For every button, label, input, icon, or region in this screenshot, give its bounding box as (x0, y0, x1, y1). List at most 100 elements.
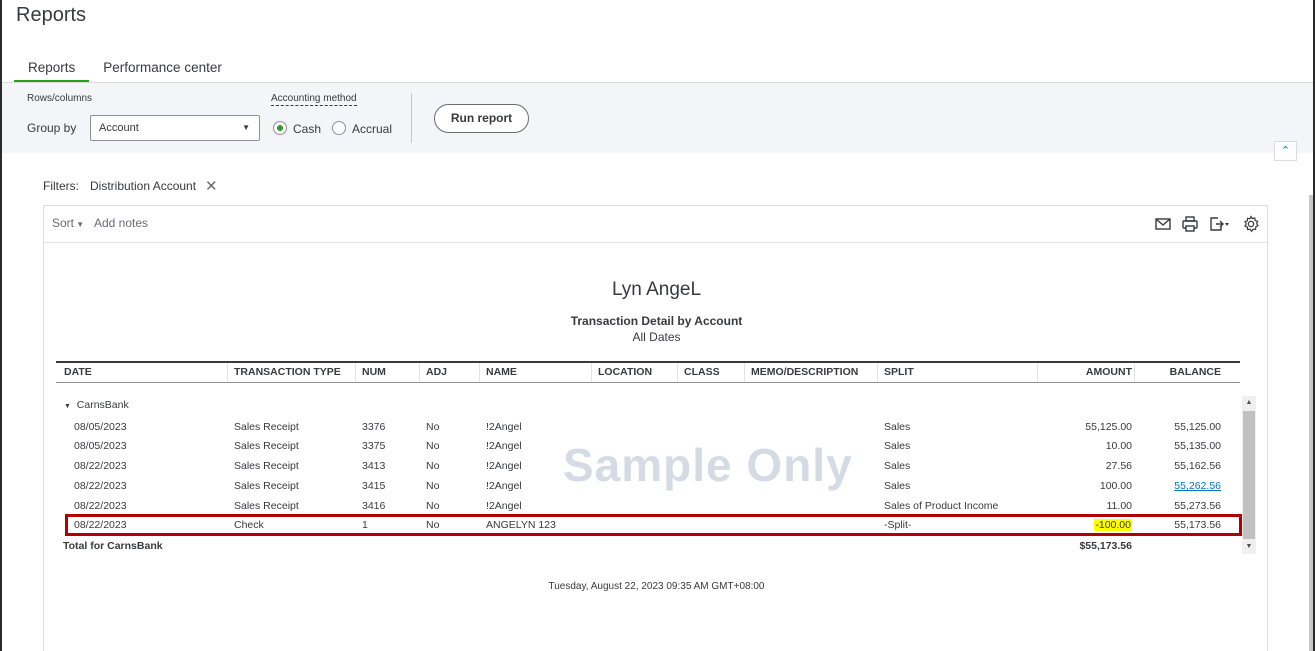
row-adj[interactable]: No (426, 421, 439, 433)
group-by-select[interactable]: Account ▼ (90, 115, 260, 141)
row-split[interactable]: -Split- (884, 519, 911, 531)
caret-down-icon: ▼ (74, 220, 85, 229)
row-adj[interactable]: No (426, 519, 439, 531)
row-split[interactable]: Sales (884, 460, 910, 472)
row-type[interactable]: Sales Receipt (234, 421, 299, 433)
row-amount[interactable]: 55,125.00 (1039, 421, 1132, 433)
print-icon[interactable] (1181, 215, 1199, 233)
row-balance-link[interactable]: 55,262.56 (1139, 480, 1221, 492)
email-icon[interactable] (1154, 215, 1172, 233)
column-header-name[interactable]: NAME (486, 366, 517, 378)
column-header-memo[interactable]: MEMO/DESCRIPTION (751, 366, 858, 378)
row-name[interactable]: !2Angel (486, 440, 522, 452)
row-amount[interactable]: 10.00 (1039, 440, 1132, 452)
row-adj[interactable]: No (426, 460, 439, 472)
column-divider[interactable] (677, 363, 678, 382)
row-split[interactable]: Sales (884, 421, 910, 433)
row-balance[interactable]: 55,135.00 (1139, 440, 1221, 452)
row-amount-highlighted[interactable]: -100.00 (1039, 519, 1132, 531)
close-icon[interactable]: ✕ (205, 177, 218, 195)
row-type[interactable]: Check (234, 519, 264, 531)
toolbar-divider (411, 93, 412, 143)
accrual-radio[interactable] (332, 121, 346, 135)
column-divider[interactable] (591, 363, 592, 382)
cash-radio[interactable] (273, 121, 287, 135)
row-date[interactable]: 08/22/2023 (74, 500, 127, 512)
chevron-up-icon[interactable]: ⌃ (1274, 141, 1297, 161)
row-num[interactable]: 3416 (362, 500, 385, 512)
column-divider[interactable] (1037, 363, 1038, 382)
row-balance[interactable]: 55,162.56 (1139, 460, 1221, 472)
cash-radio-label[interactable]: Cash (293, 122, 321, 136)
column-divider[interactable] (355, 363, 356, 382)
column-divider[interactable] (227, 363, 228, 382)
settings-icon[interactable] (1242, 215, 1260, 233)
report-panel: Sort ▼ Add notes Lyn AngeL Transaction D… (43, 205, 1268, 651)
row-num[interactable]: 3413 (362, 460, 385, 472)
row-type[interactable]: Sales Receipt (234, 440, 299, 452)
row-amount[interactable]: 100.00 (1039, 480, 1132, 492)
row-adj[interactable]: No (426, 480, 439, 492)
page-scrollbar[interactable] (1309, 195, 1313, 651)
row-balance[interactable]: 55,173.56 (1139, 519, 1221, 531)
column-header-amount[interactable]: AMOUNT (1044, 366, 1132, 378)
row-date[interactable]: 08/22/2023 (74, 519, 127, 531)
row-date[interactable]: 08/05/2023 (74, 440, 127, 452)
row-split[interactable]: Sales (884, 440, 910, 452)
row-num[interactable]: 1 (362, 519, 368, 531)
row-adj[interactable]: No (426, 440, 439, 452)
column-divider[interactable] (1134, 363, 1135, 382)
row-num[interactable]: 3415 (362, 480, 385, 492)
row-type[interactable]: Sales Receipt (234, 460, 299, 472)
export-icon[interactable] (1208, 215, 1230, 233)
row-name[interactable]: !2Angel (486, 480, 522, 492)
report-name[interactable]: Transaction Detail by Account (44, 314, 1269, 328)
scroll-down-arrow-icon[interactable]: ▼ (1242, 540, 1256, 554)
group-by-value: Account (99, 122, 139, 134)
total-amount[interactable]: $55,173.56 (1039, 540, 1132, 552)
row-balance[interactable]: 55,273.56 (1139, 500, 1221, 512)
row-num[interactable]: 3375 (362, 440, 385, 452)
row-date[interactable]: 08/05/2023 (74, 421, 127, 433)
column-header-class[interactable]: CLASS (684, 366, 720, 378)
column-header-adj[interactable]: ADJ (426, 366, 447, 378)
tab-reports[interactable]: Reports (14, 58, 90, 83)
row-name[interactable]: !2Angel (486, 500, 522, 512)
row-date[interactable]: 08/22/2023 (74, 460, 127, 472)
column-header-balance[interactable]: BALANCE (1139, 366, 1221, 378)
row-adj[interactable]: No (426, 500, 439, 512)
row-split[interactable]: Sales of Product Income (884, 500, 998, 512)
column-divider[interactable] (479, 363, 480, 382)
row-name[interactable]: ANGELYN 123 (486, 519, 556, 531)
row-amount[interactable]: 11.00 (1039, 500, 1133, 512)
row-num[interactable]: 3376 (362, 421, 385, 433)
row-balance[interactable]: 55,125.00 (1139, 421, 1221, 433)
column-divider[interactable] (419, 363, 420, 382)
row-date[interactable]: 08/22/2023 (74, 480, 127, 492)
row-type[interactable]: Sales Receipt (234, 480, 299, 492)
highlighted-amount: -100.00 (1094, 519, 1132, 531)
scroll-up-arrow-icon[interactable]: ▲ (1242, 396, 1256, 410)
row-name[interactable]: !2Angel (486, 460, 522, 472)
accrual-radio-label[interactable]: Accrual (352, 122, 392, 136)
row-split[interactable]: Sales (884, 480, 910, 492)
company-name[interactable]: Lyn AngeL (44, 279, 1269, 301)
column-header-date[interactable]: DATE (64, 366, 92, 378)
accounting-method-label[interactable]: Accounting method (271, 93, 357, 106)
total-label: Total for CarnsBank (63, 540, 163, 552)
row-type[interactable]: Sales Receipt (234, 500, 299, 512)
column-divider[interactable] (877, 363, 878, 382)
row-amount[interactable]: 27.56 (1039, 460, 1132, 472)
tab-performance-center[interactable]: Performance center (89, 58, 236, 83)
column-header-num[interactable]: NUM (362, 366, 386, 378)
column-divider[interactable] (744, 363, 745, 382)
row-name[interactable]: !2Angel (486, 421, 522, 433)
run-report-button[interactable]: Run report (434, 104, 529, 133)
column-header-location[interactable]: LOCATION (598, 366, 652, 378)
sort-dropdown[interactable]: Sort ▼ (52, 216, 84, 230)
add-notes-link[interactable]: Add notes (94, 216, 148, 230)
column-header-split[interactable]: SPLIT (884, 366, 914, 378)
table-scrollbar-thumb[interactable] (1243, 411, 1255, 539)
column-header-transaction-type[interactable]: TRANSACTION TYPE (234, 366, 341, 378)
group-row-carnsbank[interactable]: ▼ CarnsBank (64, 399, 129, 411)
